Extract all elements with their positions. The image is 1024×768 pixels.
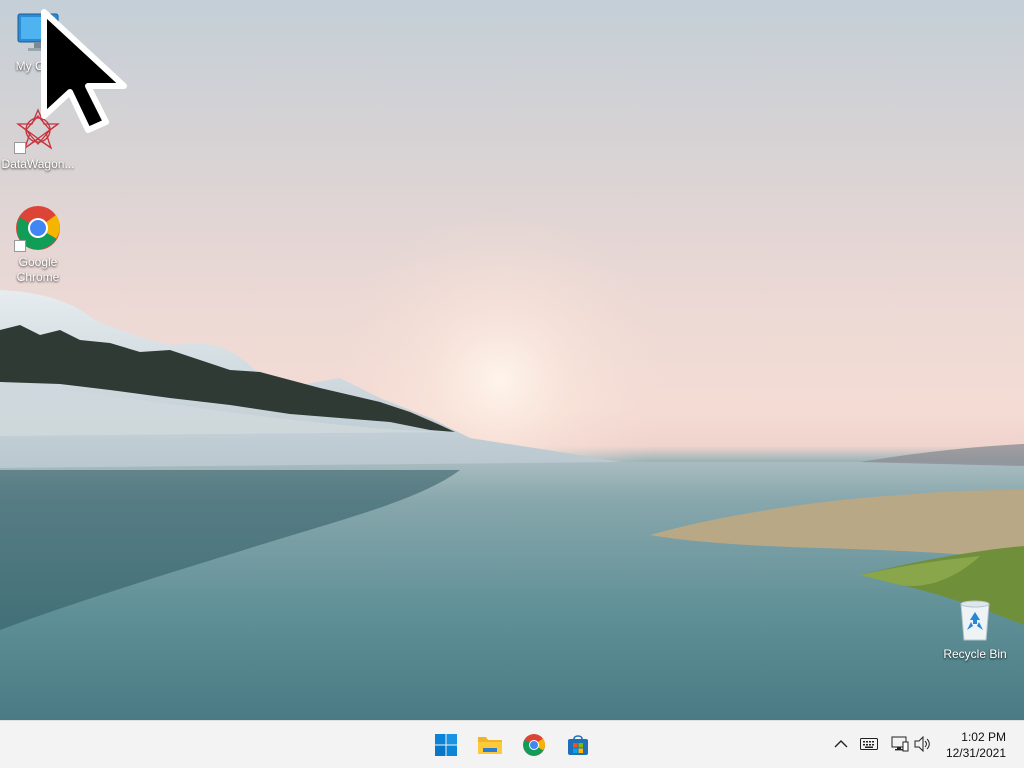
desktop-icon-label: Google Chrome [16,255,60,284]
network-button[interactable] [889,733,911,755]
taskbar-file-explorer-button[interactable] [472,727,508,763]
desktop-icon-label: DataWagon... [1,157,75,171]
folder-icon [478,737,502,754]
desktop-icon-label: Recycle Bin [943,647,1007,661]
input-indicator-button[interactable] [858,733,880,755]
keyboard-icon [860,738,878,750]
chevron-up-icon [834,740,848,748]
desktop[interactable]: My Co... DataWagon... Google Chrome Recy… [0,0,1024,720]
wallpaper [0,210,1024,720]
shortcut-arrow-icon [14,142,26,154]
chrome-icon [14,204,62,252]
network-icon [891,736,909,752]
clock-time: 1:02 PM [961,730,1006,744]
clock-date: 12/31/2021 [945,746,1006,760]
desktop-icon-recycle-bin[interactable]: Recycle Bin [937,596,1013,662]
start-button[interactable] [428,727,464,763]
desktop-icon-google-chrome[interactable]: Google Chrome [0,204,76,285]
shortcut-arrow-icon [14,240,26,252]
taskbar: 1:02 PM 12/31/2021 [0,720,1024,768]
taskbar-store-button[interactable] [560,727,596,763]
chrome-icon [523,734,546,756]
taskbar-chrome-button[interactable] [516,727,552,763]
clock[interactable]: 1:02 PM 12/31/2021 [926,729,1006,761]
show-hidden-icons-button[interactable] [830,733,852,755]
mouse-pointer-icon [41,9,127,133]
store-icon [568,735,588,755]
windows-start-icon [435,734,457,756]
recycle-bin-icon [951,596,999,644]
